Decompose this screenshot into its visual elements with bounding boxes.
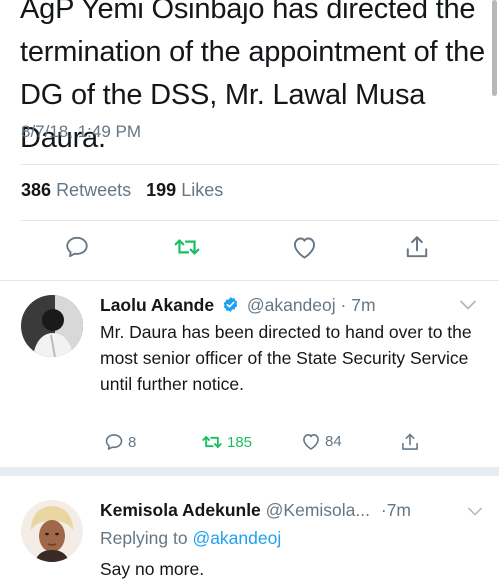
replying-to-label: Replying to xyxy=(100,528,188,548)
like-button[interactable] xyxy=(289,232,319,262)
retweet-count: 185 xyxy=(227,433,253,451)
retweet-icon xyxy=(174,239,200,255)
reply-button[interactable]: 8 xyxy=(104,432,136,452)
retweet-count[interactable]: 386 xyxy=(21,180,51,200)
heart-icon xyxy=(303,434,319,450)
reply-text: Mr. Daura has been directed to hand over… xyxy=(100,322,472,394)
retweet-label[interactable]: Retweets xyxy=(56,180,131,200)
section-separator xyxy=(0,467,499,476)
reply-tweet[interactable]: Kemisola Adekunle @Kemisola... ·7m Reply… xyxy=(0,476,499,585)
author-name[interactable]: Kemisola Adekunle xyxy=(100,500,261,520)
reply-text: Say no more. xyxy=(100,559,205,579)
reply-icon xyxy=(66,236,88,258)
reply-action-bar: 8 185 84 xyxy=(0,432,499,456)
divider xyxy=(20,220,499,221)
author-handle[interactable]: @akandeoj xyxy=(247,295,336,315)
scrollbar[interactable] xyxy=(492,0,497,96)
more-options-button[interactable] xyxy=(459,298,477,316)
retweet-icon xyxy=(202,436,222,448)
reply-count: 8 xyxy=(128,433,137,451)
avatar[interactable] xyxy=(21,295,83,357)
tweet-time: ·7m xyxy=(380,500,412,520)
reply-button[interactable] xyxy=(62,232,92,262)
chevron-down-icon xyxy=(460,300,476,310)
share-icon xyxy=(402,433,418,450)
divider xyxy=(20,164,499,165)
author-handle[interactable]: @Kemisola... xyxy=(266,500,370,520)
more-options-button[interactable] xyxy=(467,504,483,522)
tweet-stats: 386 Retweets 199 Likes xyxy=(21,180,223,201)
like-count: 84 xyxy=(325,433,342,450)
like-label[interactable]: Likes xyxy=(181,180,223,200)
share-button[interactable] xyxy=(402,232,432,262)
tweet-timestamp: 8/7/18, 1:49 PM xyxy=(21,122,142,141)
chevron-down-icon xyxy=(468,507,482,516)
reply-header: Kemisola Adekunle @Kemisola... ·7m xyxy=(100,500,411,521)
share-icon xyxy=(406,236,428,258)
tweet-action-bar xyxy=(0,232,499,268)
avatar[interactable] xyxy=(21,500,83,562)
tweet-time: · 7m xyxy=(340,295,376,315)
reply-icon xyxy=(105,434,123,450)
reply-header: Laolu Akande @akandeoj · 7m xyxy=(100,295,376,318)
like-button[interactable]: 84 xyxy=(301,432,342,451)
like-count[interactable]: 199 xyxy=(146,180,176,200)
retweet-button[interactable] xyxy=(172,232,202,262)
author-name[interactable]: Laolu Akande xyxy=(100,295,214,315)
retweet-button[interactable]: 185 xyxy=(201,432,252,452)
share-button[interactable] xyxy=(400,432,424,452)
heart-icon xyxy=(293,237,315,259)
replying-to-handle[interactable]: @akandeoj xyxy=(192,528,281,548)
verified-badge-icon xyxy=(222,296,239,318)
replying-to: Replying to @akandeoj xyxy=(100,525,480,551)
